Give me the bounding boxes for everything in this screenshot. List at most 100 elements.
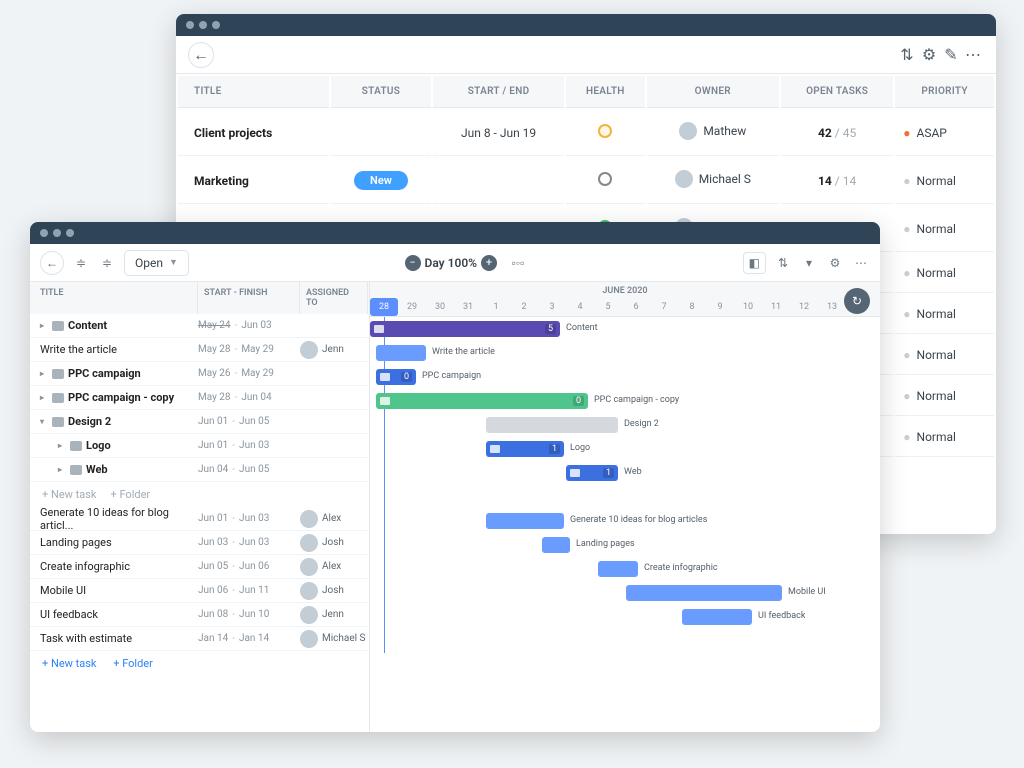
cell-title: Write the article <box>30 343 198 356</box>
day-cell[interactable]: 12 <box>790 298 818 316</box>
expand-icon[interactable]: ≑ <box>98 256 116 270</box>
task-row[interactable]: UI feedbackJun 08-Jun 10Jenn <box>30 603 369 627</box>
panel-toggle-icon[interactable]: ◧ <box>743 252 766 274</box>
health-dot[interactable] <box>598 172 612 186</box>
timeline-panel[interactable]: JUNE 2020 282930311234567891011121314 5C… <box>370 282 880 732</box>
traffic-dot[interactable] <box>199 21 207 29</box>
back-button[interactable]: ← <box>40 251 64 275</box>
new-task-button[interactable]: + New task <box>42 488 96 501</box>
task-row[interactable]: Write the articleMay 28-May 29Jenn <box>30 338 369 362</box>
task-row[interactable]: Create infographicJun 05-Jun 06Alex <box>30 555 369 579</box>
day-cell[interactable]: 13 <box>818 298 846 316</box>
gear-icon[interactable]: ⚙ <box>826 256 844 270</box>
more-icon[interactable]: ⋯ <box>962 45 984 64</box>
cell-assignee: Jenn <box>300 606 368 624</box>
gantt-bar[interactable] <box>542 537 570 553</box>
task-row[interactable]: Landing pagesJun 03-Jun 03Josh <box>30 531 369 555</box>
cell-priority: Normal <box>895 295 994 334</box>
traffic-dot[interactable] <box>66 229 74 237</box>
more-icon[interactable]: ⋯ <box>852 256 870 270</box>
table-row[interactable]: Client projectsJun 8 - Jun 19Mathew42 / … <box>178 110 994 156</box>
day-cell[interactable]: 30 <box>426 298 454 316</box>
gantt-bar[interactable] <box>486 513 564 529</box>
day-cell[interactable]: 10 <box>734 298 762 316</box>
day-cell[interactable]: 31 <box>454 298 482 316</box>
window-titlebar[interactable] <box>30 222 880 244</box>
folder-row[interactable]: ▸PPC campaign - copyMay 28-Jun 04 <box>30 386 369 410</box>
back-button[interactable]: ← <box>188 42 214 68</box>
expand-chevron[interactable]: ▾ <box>40 417 48 426</box>
bar-label: Write the article <box>432 347 495 357</box>
new-folder-button[interactable]: + Folder <box>110 488 150 501</box>
column-header[interactable]: TITLE <box>178 76 329 108</box>
column-header[interactable]: OPEN TASKS <box>781 76 893 108</box>
status-pill[interactable]: New <box>354 171 408 190</box>
day-cell[interactable]: 2 <box>510 298 538 316</box>
gantt-bar[interactable] <box>376 345 426 361</box>
table-row[interactable]: MarketingNewMichael S14 / 14Normal <box>178 158 994 204</box>
expand-chevron[interactable]: ▸ <box>40 321 48 330</box>
add-row: + New task + Folder <box>30 651 369 676</box>
cell-title: Generate 10 ideas for blog articl... <box>30 506 198 532</box>
traffic-dot[interactable] <box>212 21 220 29</box>
sort-icon[interactable]: ⇅ <box>774 256 792 270</box>
new-folder-button[interactable]: + Folder <box>113 657 153 670</box>
gantt-bar[interactable]: 0 <box>376 369 416 385</box>
day-cell[interactable]: 1 <box>482 298 510 316</box>
day-cell[interactable]: 9 <box>706 298 734 316</box>
filter-icon[interactable]: ▾ <box>800 256 818 270</box>
column-header[interactable]: OWNER <box>647 76 779 108</box>
task-row[interactable]: Task with estimateJan 14-Jan 14Michael S <box>30 627 369 651</box>
gantt-bar[interactable]: 5 <box>370 321 560 337</box>
column-header[interactable]: STATUS <box>331 76 431 108</box>
day-cell[interactable]: 3 <box>538 298 566 316</box>
day-cell[interactable]: 7 <box>650 298 678 316</box>
zoom-out-button[interactable]: − <box>405 255 421 271</box>
folder-row[interactable]: ▸LogoJun 01-Jun 03 <box>30 434 369 458</box>
folder-row[interactable]: ▸WebJun 04-Jun 05 <box>30 458 369 482</box>
fit-icon[interactable]: ▫◦▫ <box>509 256 527 270</box>
gantt-bar[interactable] <box>626 585 782 601</box>
folder-row[interactable]: ▾Design 2Jun 01-Jun 05 <box>30 410 369 434</box>
day-cell[interactable]: 28 <box>370 298 398 316</box>
task-row[interactable]: Generate 10 ideas for blog articl...Jun … <box>30 507 369 531</box>
edit-icon[interactable]: ✎ <box>940 45 962 64</box>
zoom-in-button[interactable]: + <box>481 255 497 271</box>
day-cell[interactable]: 11 <box>762 298 790 316</box>
expand-chevron[interactable]: ▸ <box>58 465 66 474</box>
new-task-button[interactable]: + New task <box>42 657 96 670</box>
day-cell[interactable]: 6 <box>622 298 650 316</box>
day-cell[interactable]: 4 <box>566 298 594 316</box>
sort-icon[interactable]: ⇅ <box>896 45 918 64</box>
folder-icon <box>374 325 384 333</box>
traffic-dot[interactable] <box>40 229 48 237</box>
day-cell[interactable]: 29 <box>398 298 426 316</box>
window-titlebar[interactable] <box>176 14 996 36</box>
folder-row[interactable]: ▸ContentMay 24-Jun 03 <box>30 314 369 338</box>
gantt-bar[interactable]: 1 <box>486 441 564 457</box>
gantt-bar[interactable]: 1 <box>566 465 618 481</box>
gantt-bar[interactable]: 0 <box>376 393 588 409</box>
health-dot[interactable] <box>598 124 612 138</box>
folder-row[interactable]: ▸PPC campaignMay 26-May 29 <box>30 362 369 386</box>
expand-chevron[interactable]: ▸ <box>40 393 48 402</box>
task-row[interactable]: Mobile UIJun 06-Jun 11Josh <box>30 579 369 603</box>
cell-title: Task with estimate <box>30 632 198 645</box>
refresh-button[interactable]: ↻ <box>844 288 870 314</box>
expand-chevron[interactable]: ▸ <box>40 369 48 378</box>
task-list-panel: TITLE START - FINISH ASSIGNED TO ▸Conten… <box>30 282 370 732</box>
collapse-icon[interactable]: ≑ <box>72 256 90 270</box>
gear-icon[interactable]: ⚙ <box>918 45 940 64</box>
day-cell[interactable]: 5 <box>594 298 622 316</box>
column-header[interactable]: PRIORITY <box>895 76 994 108</box>
expand-chevron[interactable]: ▸ <box>58 441 66 450</box>
traffic-dot[interactable] <box>186 21 194 29</box>
gantt-bar[interactable] <box>486 417 618 433</box>
filter-dropdown[interactable]: Open ▼ <box>124 250 189 276</box>
gantt-bar[interactable] <box>682 609 752 625</box>
column-header[interactable]: HEALTH <box>566 76 645 108</box>
day-cell[interactable]: 8 <box>678 298 706 316</box>
gantt-bar[interactable] <box>598 561 638 577</box>
column-header[interactable]: START / END <box>433 76 564 108</box>
traffic-dot[interactable] <box>53 229 61 237</box>
